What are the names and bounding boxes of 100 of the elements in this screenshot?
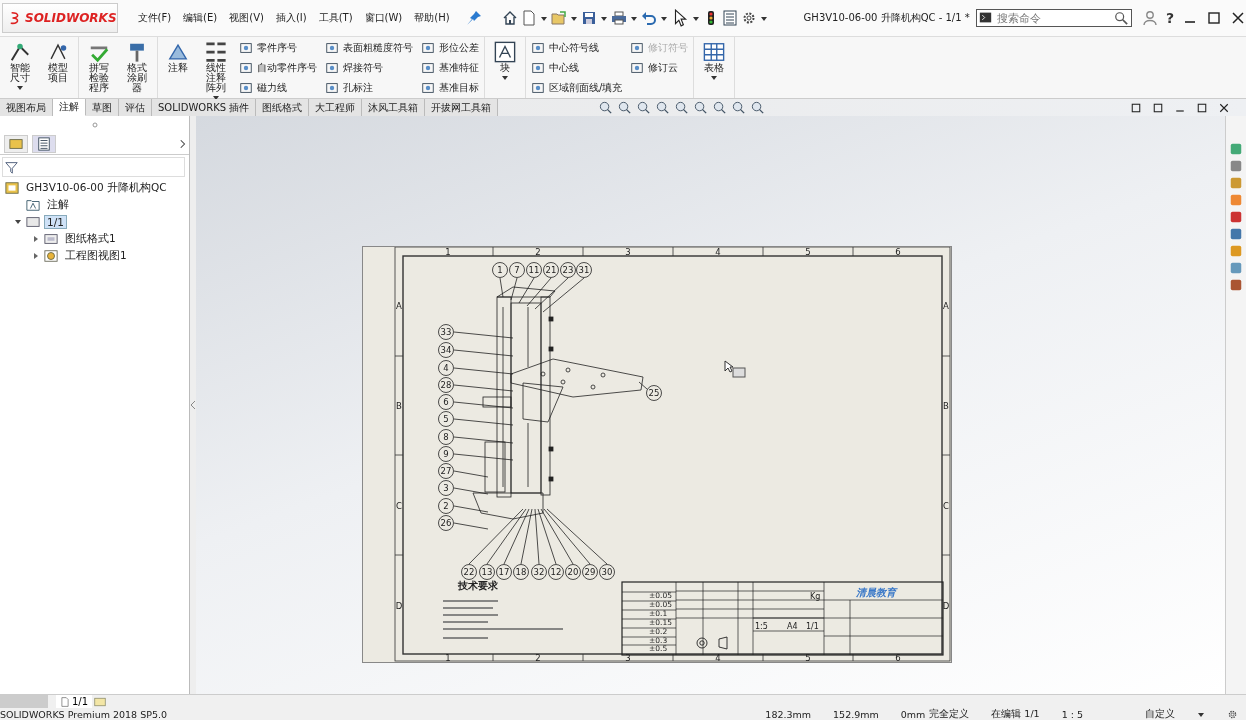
zone-label: A xyxy=(943,301,949,311)
maximize-icon[interactable] xyxy=(1206,10,1222,26)
editing-sheet: 在编辑 1/1 xyxy=(991,707,1040,720)
menu-item[interactable]: 文件(F) xyxy=(137,11,172,25)
ribbon-item[interactable]: 修订云 xyxy=(628,59,691,76)
print-icon[interactable] xyxy=(610,10,627,26)
save-icon[interactable] xyxy=(580,10,597,26)
close-icon[interactable] xyxy=(1230,10,1246,26)
command-tab[interactable]: 评估 xyxy=(119,99,152,116)
ribbon-tool[interactable]: 注释 xyxy=(161,37,195,98)
ribbon-item[interactable]: 磁力线 xyxy=(237,79,319,96)
ribbon-tool[interactable]: 智能尺寸 xyxy=(3,37,37,98)
ribbon-tool[interactable]: 块 xyxy=(488,37,522,98)
balloon: 33 xyxy=(438,324,454,340)
command-tab[interactable]: 图纸格式 xyxy=(256,99,310,116)
menu-item[interactable]: 工具(T) xyxy=(318,11,353,25)
caret-icon[interactable] xyxy=(1197,710,1205,718)
zone-label: 3 xyxy=(625,653,631,662)
block-icon xyxy=(494,41,516,63)
balloon: 2 xyxy=(438,498,454,514)
balloon: 27 xyxy=(438,463,454,479)
menu-item[interactable]: 帮助(H) xyxy=(414,11,450,25)
page-number: 1/1 xyxy=(806,622,819,631)
linear-pattern-icon xyxy=(205,41,227,63)
caret-icon[interactable] xyxy=(691,14,700,22)
leader-line xyxy=(453,453,514,461)
leader-line xyxy=(453,487,489,495)
zoom-area-icon[interactable] xyxy=(617,100,633,115)
unit-system[interactable]: 自定义 xyxy=(1145,707,1175,720)
zone-label: 6 xyxy=(895,653,901,662)
balloon: 28 xyxy=(438,377,454,393)
menu-item[interactable]: 视图(V) xyxy=(229,11,264,25)
menu-item[interactable]: 插入(I) xyxy=(275,11,307,25)
menu-item[interactable]: 窗口(W) xyxy=(364,11,403,25)
ribbon-tool[interactable]: 模型项目 xyxy=(41,37,75,98)
caret-icon xyxy=(16,83,24,91)
zone-label: 2 xyxy=(535,653,541,662)
tree-item[interactable]: 图纸格式1 xyxy=(62,230,119,247)
sheet-tab[interactable]: 1/1 xyxy=(56,695,93,708)
ribbon-tool[interactable]: 表格 xyxy=(697,37,732,98)
maximize-icon[interactable] xyxy=(1196,101,1208,114)
balloon: 17 xyxy=(496,564,512,580)
tree-item[interactable]: 注解 xyxy=(44,196,72,213)
caret-icon[interactable] xyxy=(629,14,638,22)
dimension-icon xyxy=(9,41,31,63)
search-field[interactable]: 搜索命令 xyxy=(975,9,1132,27)
caret-icon[interactable] xyxy=(539,14,548,22)
command-tab[interactable]: 视图布局 xyxy=(0,99,53,116)
ribbon-tool[interactable]: 格式涂刷器 xyxy=(120,37,154,98)
command-tab[interactable]: 注解 xyxy=(53,99,86,116)
tree-item[interactable]: 1/1 xyxy=(44,214,67,229)
leader-line xyxy=(453,331,514,339)
zoom-fit-icon[interactable] xyxy=(598,100,614,115)
close-icon[interactable] xyxy=(1218,101,1230,114)
caret-icon[interactable] xyxy=(599,14,608,22)
expander-icon[interactable] xyxy=(14,217,22,226)
ribbon-item[interactable]: 形位公差 xyxy=(419,39,481,56)
caret-icon[interactable] xyxy=(759,14,768,22)
command-tab[interactable]: SOLIDWORKS 插件 xyxy=(152,99,257,116)
balloon: 8 xyxy=(438,429,454,445)
leader-line xyxy=(453,349,514,357)
status-icon[interactable] xyxy=(1227,708,1238,720)
grip-dot-icon[interactable] xyxy=(91,122,98,128)
caret-icon[interactable] xyxy=(569,14,578,22)
ribbon-item[interactable]: 自动零件序号 xyxy=(237,59,319,76)
filter-field[interactable] xyxy=(2,157,185,177)
leader-line xyxy=(499,277,504,298)
command-tab[interactable]: 沐风工具箱 xyxy=(362,99,426,116)
command-tab[interactable]: 大工程师 xyxy=(309,99,363,116)
pin-icon[interactable] xyxy=(465,10,482,26)
ribbon-item[interactable]: 中心线 xyxy=(529,59,625,76)
ribbon-item[interactable]: 焊接符号 xyxy=(323,59,415,76)
command-tab[interactable]: 开拔网工具箱 xyxy=(425,99,499,116)
ribbon-item[interactable]: 区域剖面线/填充 xyxy=(529,79,625,96)
ribbon-item[interactable]: 基准目标 xyxy=(419,79,481,96)
command-tab[interactable]: 草图 xyxy=(86,99,119,116)
ribbon-item[interactable]: 零件序号 xyxy=(237,39,319,56)
ribbon-tool[interactable]: 拼写检验程序 xyxy=(82,37,116,98)
tree-root[interactable]: GH3V10-06-00 升降机构QC xyxy=(23,179,170,196)
app-logo[interactable]: SOLIDWORKS xyxy=(2,3,118,33)
ribbon-item[interactable]: 基准特征 xyxy=(419,59,481,76)
ribbon-item[interactable]: 孔标注 xyxy=(323,79,415,96)
expander-icon[interactable] xyxy=(32,251,40,260)
tree-tab[interactable] xyxy=(4,135,28,153)
help-button[interactable]: ? xyxy=(1165,10,1174,26)
user-icon[interactable] xyxy=(1141,10,1158,26)
menu-item[interactable]: 编辑(E) xyxy=(183,11,218,25)
ribbon-item[interactable]: 表面粗糙度符号 xyxy=(323,39,415,56)
expander-icon[interactable] xyxy=(32,234,40,243)
zone-label: C xyxy=(396,501,402,511)
sheet-scale[interactable]: 1 : 5 xyxy=(1061,708,1083,720)
zone-label: 4 xyxy=(715,653,721,662)
tree-item[interactable]: 工程图视图1 xyxy=(62,247,130,264)
ribbon-item[interactable]: 中心符号线 xyxy=(529,39,625,56)
product-version: SOLIDWORKS Premium 2018 SP5.0 xyxy=(0,708,168,720)
balloon: 34 xyxy=(438,342,454,358)
caret-icon[interactable] xyxy=(659,14,668,22)
ribbon-tool[interactable]: 线性注释阵列 xyxy=(199,37,233,98)
properties-tab[interactable] xyxy=(32,135,56,153)
undo-icon[interactable] xyxy=(640,10,657,26)
